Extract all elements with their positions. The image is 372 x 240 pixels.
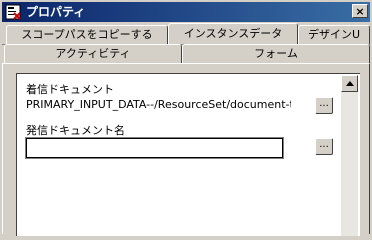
close-icon: ×: [355, 4, 365, 18]
outgoing-document-name-label: 発信ドキュメント名: [26, 124, 125, 137]
properties-window: プロパティ × スコープパスをコピーする インスタンスデータ デザインU アクテ…: [0, 0, 372, 236]
properties-app-icon: [5, 4, 21, 20]
outgoing-document-name-input[interactable]: [25, 137, 284, 159]
vertical-scrollbar[interactable]: [341, 75, 358, 236]
incoming-document-label: 着信ドキュメント: [26, 83, 114, 96]
tab-activity[interactable]: アクティビティ: [4, 44, 182, 63]
incoming-document-browse-button[interactable]: ...: [315, 97, 333, 114]
outgoing-document-browse-button[interactable]: ...: [315, 138, 333, 155]
tab-design-ui[interactable]: デザインU: [298, 25, 370, 44]
scroll-up-arrow-icon: [345, 81, 354, 86]
tab-form[interactable]: フォーム: [182, 44, 370, 63]
tab-copy-scope-path[interactable]: スコープパスをコピーする: [6, 25, 168, 44]
tab-instance-data[interactable]: インスタンスデータ: [168, 23, 298, 44]
window-title: プロパティ: [26, 5, 86, 19]
title-bar[interactable]: プロパティ ×: [2, 2, 370, 22]
incoming-document-value: PRIMARY_INPUT_DATA--/ResourceSet/documen…: [26, 98, 291, 111]
ellipsis-icon: ...: [319, 139, 329, 150]
close-button[interactable]: ×: [352, 4, 368, 18]
ellipsis-icon: ...: [319, 98, 329, 109]
scroll-up-button[interactable]: [341, 75, 358, 92]
